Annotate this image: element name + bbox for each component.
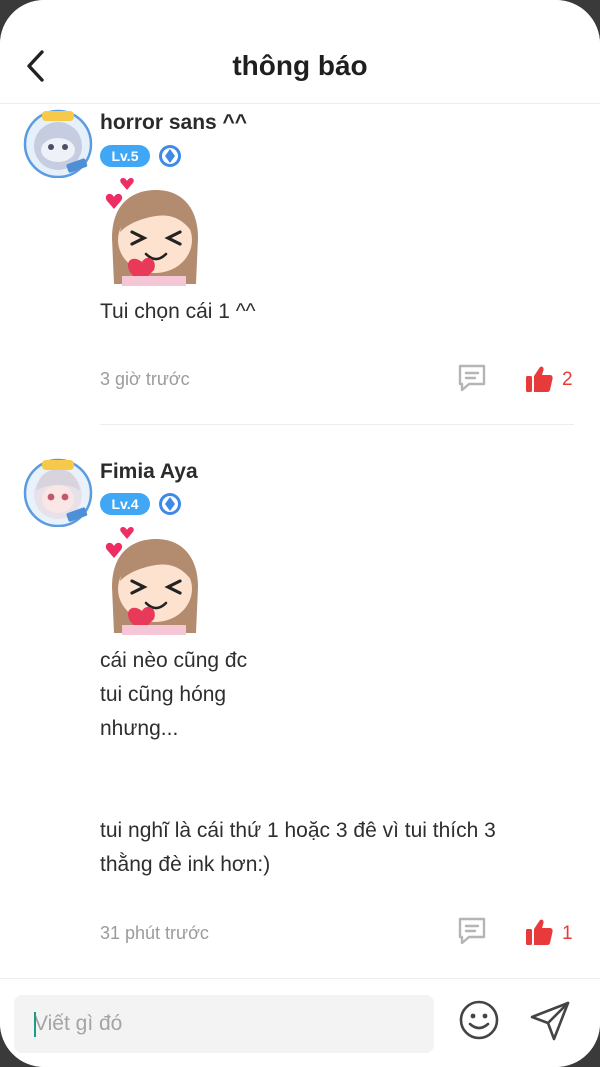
rank-diamond-icon bbox=[159, 493, 181, 515]
like-count: 2 bbox=[562, 369, 573, 390]
comment-line bbox=[100, 746, 496, 780]
divider bbox=[100, 424, 574, 425]
avatar[interactable] bbox=[22, 455, 94, 528]
top-bar: thông báo bbox=[0, 0, 600, 104]
comment-line: thằng đè ink hơn:) bbox=[100, 853, 271, 876]
username[interactable]: horror sans ^^ bbox=[100, 111, 247, 135]
text-caret bbox=[34, 1012, 36, 1037]
comment-text: cái nèo cũng đc tui cũng hóng nhưng... t… bbox=[100, 644, 496, 882]
level-badge: Lv.4 bbox=[100, 493, 150, 515]
timestamp: 3 giờ trước bbox=[100, 369, 190, 389]
comment-line bbox=[100, 780, 496, 814]
timestamp: 31 phút trước bbox=[100, 923, 209, 943]
comment-line: Tui chọn cái 1 ^^ bbox=[100, 300, 256, 323]
reply-icon[interactable] bbox=[456, 362, 488, 394]
comment-line: tui cũng hóng bbox=[100, 683, 227, 706]
comment-composer bbox=[0, 978, 600, 1067]
thumbs-up-icon[interactable] bbox=[524, 364, 554, 394]
avatar-image bbox=[23, 458, 93, 528]
comment-input-box[interactable] bbox=[14, 995, 434, 1053]
page-title: thông báo bbox=[232, 50, 368, 81]
app-screen: thông báo horror sans ^^ Lv.5 Tui chọn c… bbox=[0, 0, 600, 1067]
comment-input[interactable] bbox=[34, 995, 434, 1053]
thumbs-up-icon[interactable] bbox=[524, 917, 554, 947]
avatar-image bbox=[23, 109, 93, 179]
sticker-image[interactable] bbox=[100, 178, 204, 286]
rank-diamond-icon bbox=[159, 145, 181, 167]
comment-line: nhưng... bbox=[100, 717, 179, 740]
username[interactable]: Fimia Aya bbox=[100, 460, 198, 484]
send-icon[interactable] bbox=[528, 999, 572, 1043]
level-badge: Lv.5 bbox=[100, 145, 150, 167]
comment-text: Tui chọn cái 1 ^^ bbox=[100, 295, 256, 329]
sticker-image[interactable] bbox=[100, 527, 204, 635]
reply-icon[interactable] bbox=[456, 915, 488, 947]
like-count: 1 bbox=[562, 923, 573, 944]
avatar[interactable] bbox=[22, 106, 94, 179]
comment-line: tui nghĩ là cái thứ 1 hoặc 3 đê vì tui t… bbox=[100, 819, 496, 842]
comment-line: cái nèo cũng đc bbox=[100, 649, 248, 672]
smile-icon[interactable] bbox=[458, 999, 500, 1041]
